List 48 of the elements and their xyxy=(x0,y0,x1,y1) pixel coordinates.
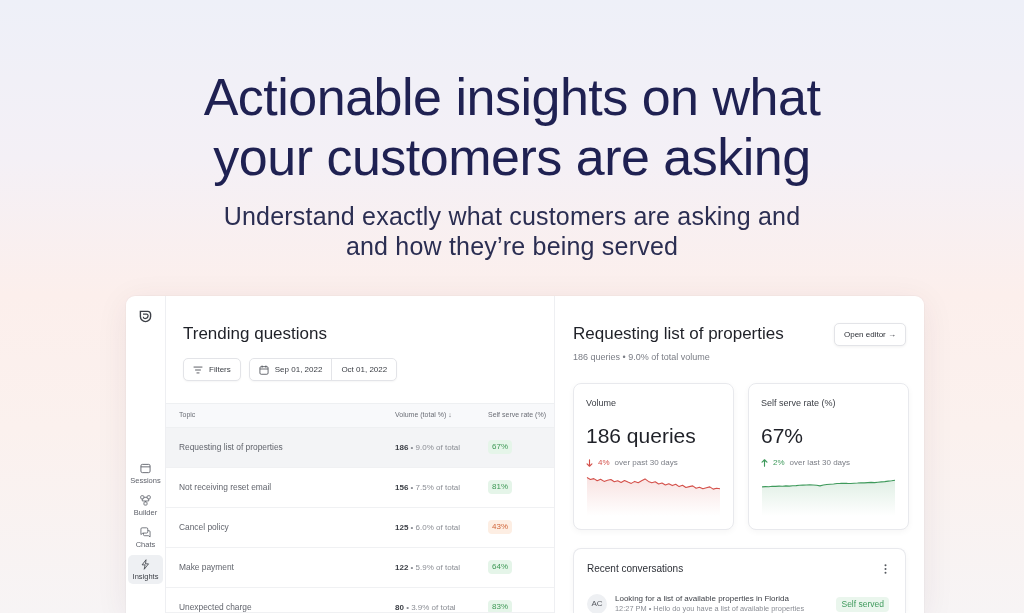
kebab-menu-icon xyxy=(884,564,887,574)
headline: Actionable insights on what your customers are asking xyxy=(202,67,822,187)
metric-period: over last 30 days xyxy=(789,457,851,468)
rate-badge: 67% xyxy=(488,440,512,454)
table-cell: 186 • 9.0% of total xyxy=(395,441,461,453)
table-cell: 122 • 5.9% of total xyxy=(395,561,461,573)
chat-bubbles-icon xyxy=(140,527,151,538)
table-cell: 156 • 7.5% of total xyxy=(395,481,461,493)
end-date-button[interactable]: Oct 01, 2022 xyxy=(331,359,397,380)
filter-icon xyxy=(193,365,203,374)
arrow-down-icon xyxy=(586,458,593,467)
panel-title: Trending questions xyxy=(183,323,328,345)
table-cell: Requesting list of properties xyxy=(179,441,283,453)
table-cell: 125 • 6.0% of total xyxy=(395,521,461,533)
card-title: Recent conversations xyxy=(587,562,684,576)
rate-badge: 43% xyxy=(488,520,512,534)
metric-period: over past 30 days xyxy=(614,457,678,468)
table-cell: Cancel policy xyxy=(179,521,229,533)
start-date-button[interactable]: Sep 01, 2022 xyxy=(249,359,332,380)
status-badge: Self served xyxy=(836,596,889,612)
open-editor-button[interactable]: Open editor → xyxy=(833,323,906,346)
more-menu-button[interactable] xyxy=(884,564,887,574)
logo-icon xyxy=(139,310,152,323)
metric-value: 67% xyxy=(761,424,804,448)
table-cell: Unexpected charge xyxy=(179,601,252,612)
rate-badge: 81% xyxy=(488,480,512,494)
table-cell: 80 • 3.9% of total xyxy=(395,601,456,612)
rate-badge: 83% xyxy=(488,600,512,612)
calendar-icon xyxy=(258,364,269,375)
arrow-up-icon xyxy=(761,458,768,467)
metric-label: Volume xyxy=(586,397,617,409)
metric-label: Self serve rate (%) xyxy=(761,397,836,409)
conversation-title[interactable]: Looking for a list of available properties in Florida xyxy=(615,594,829,604)
subheadline: Understand exactly what customers are asking and and how they’re being served xyxy=(222,201,802,261)
metric-value: 186 queries xyxy=(586,424,696,448)
window-icon xyxy=(140,463,151,474)
metric-change: 2% xyxy=(773,457,785,468)
lightning-icon xyxy=(140,559,151,570)
filters-button[interactable]: Filters xyxy=(183,358,241,381)
table-cell: Make payment xyxy=(179,561,234,573)
metric-change: 4% xyxy=(598,457,610,468)
rate-badge: 64% xyxy=(488,560,512,574)
table-cell: Not receiving reset email xyxy=(179,481,272,493)
panel-subtitle: 186 queries • 9.0% of total volume xyxy=(573,351,711,363)
nodes-icon xyxy=(140,495,151,506)
panel-title: Requesting list of properties xyxy=(573,323,784,345)
avatar: AC xyxy=(587,594,607,613)
table-row[interactable]: Requesting list of properties 186 • 9.0% of total 67% xyxy=(166,428,554,468)
